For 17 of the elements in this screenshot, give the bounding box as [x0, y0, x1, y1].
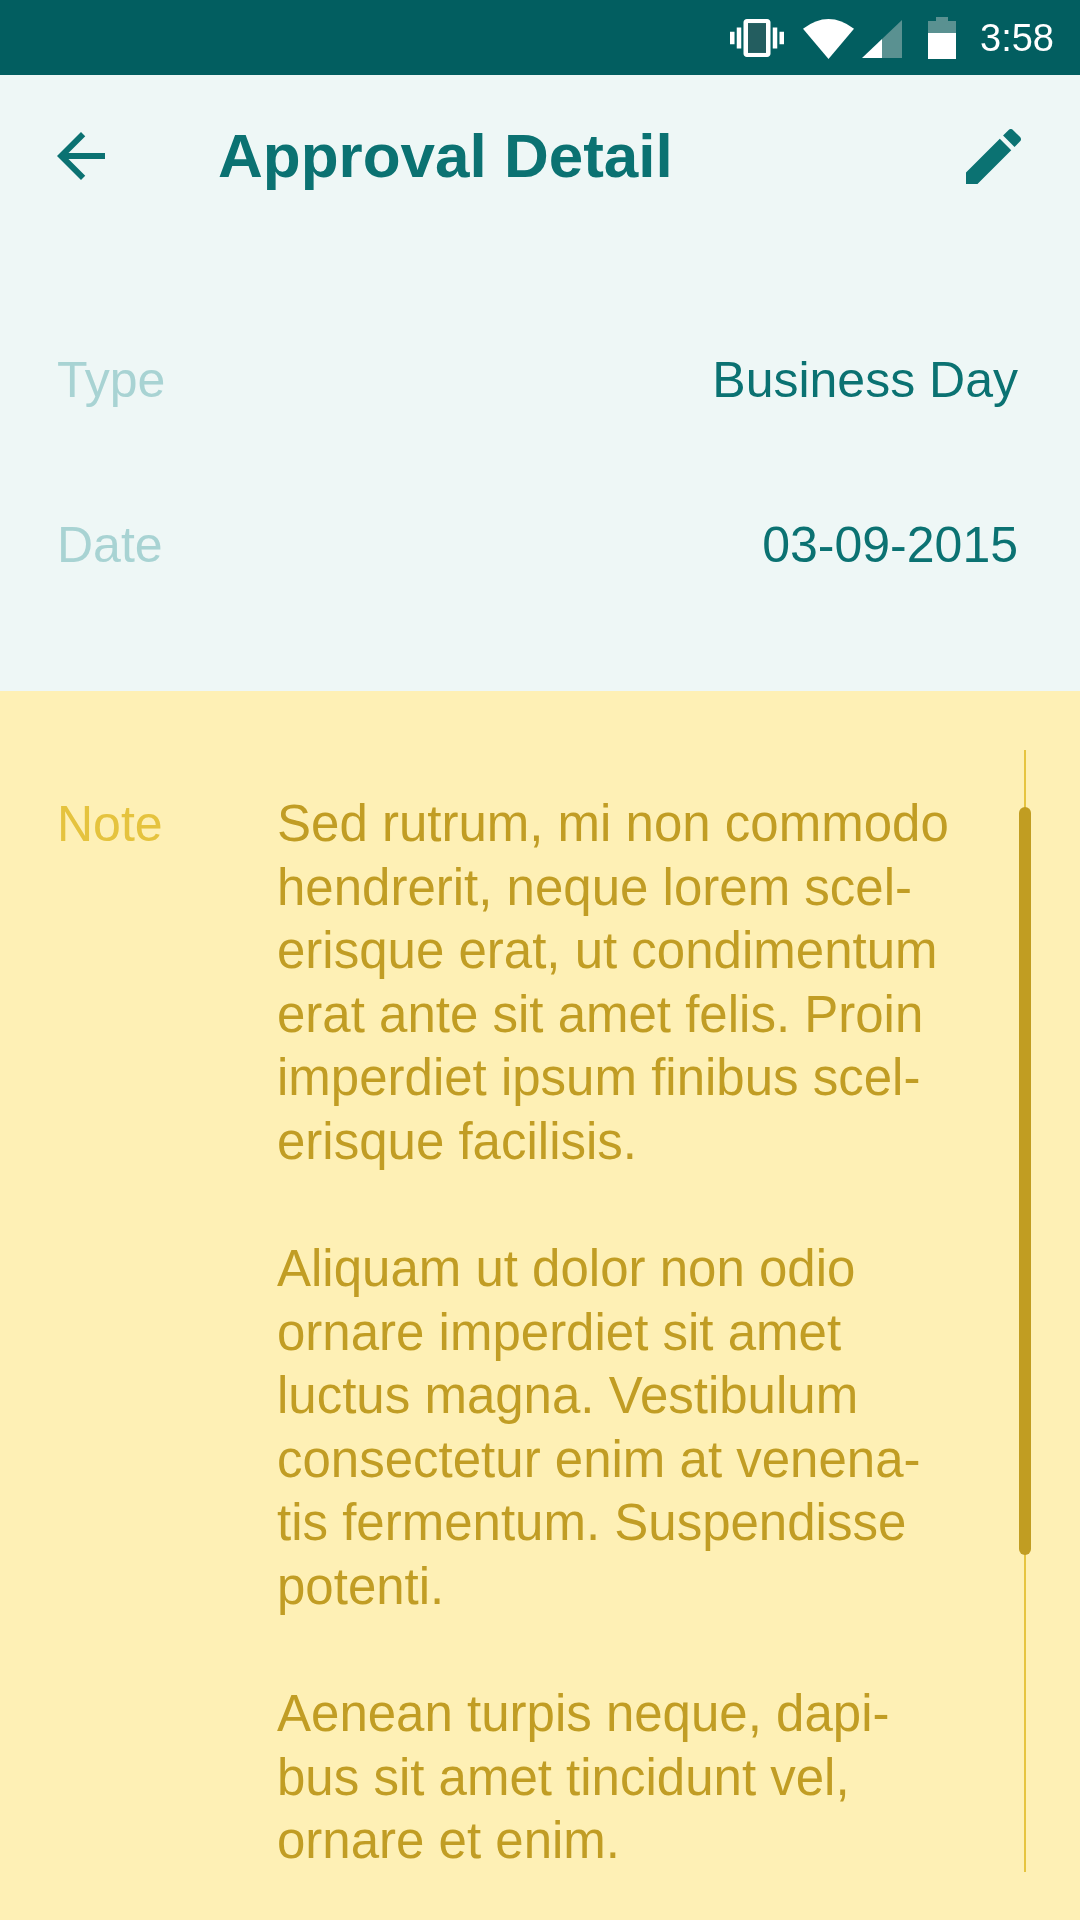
- field-label: Type: [57, 351, 166, 409]
- back-button[interactable]: [57, 132, 105, 180]
- field-value: Business Day: [712, 351, 1018, 409]
- field-value: 03-09-2015: [762, 516, 1018, 574]
- pencil-icon: [966, 128, 1021, 184]
- arrow-left-icon: [57, 132, 105, 180]
- note-paragraph: Aliquam ut dolor non odio ornare imperdiet sit amet luctus magna. Vestibulum consectetur enim at venena- tis fermentum. Suspendisse potenti.: [277, 1239, 921, 1617]
- note-paragraph: Sed rutrum, mi non commodo hendrerit, neque lorem scel- erisque erat, ut condimentum erat ante sit amet felis. Proin imperdiet ipsum finibus scel- erisque facilisis.: [277, 794, 949, 1172]
- note-paragraph: Aenean turpis neque, dapi- bus sit amet tincidunt vel, ornare et enim.: [277, 1684, 890, 1871]
- edit-button[interactable]: [966, 128, 1021, 184]
- battery-icon: [928, 16, 957, 59]
- wifi-icon: [803, 18, 855, 59]
- signal-icon: [862, 19, 903, 58]
- field-label: Date: [57, 516, 163, 574]
- vibrate-icon: [730, 18, 785, 57]
- clock-time: 3:58: [980, 18, 1054, 57]
- note-label: Note: [57, 795, 163, 854]
